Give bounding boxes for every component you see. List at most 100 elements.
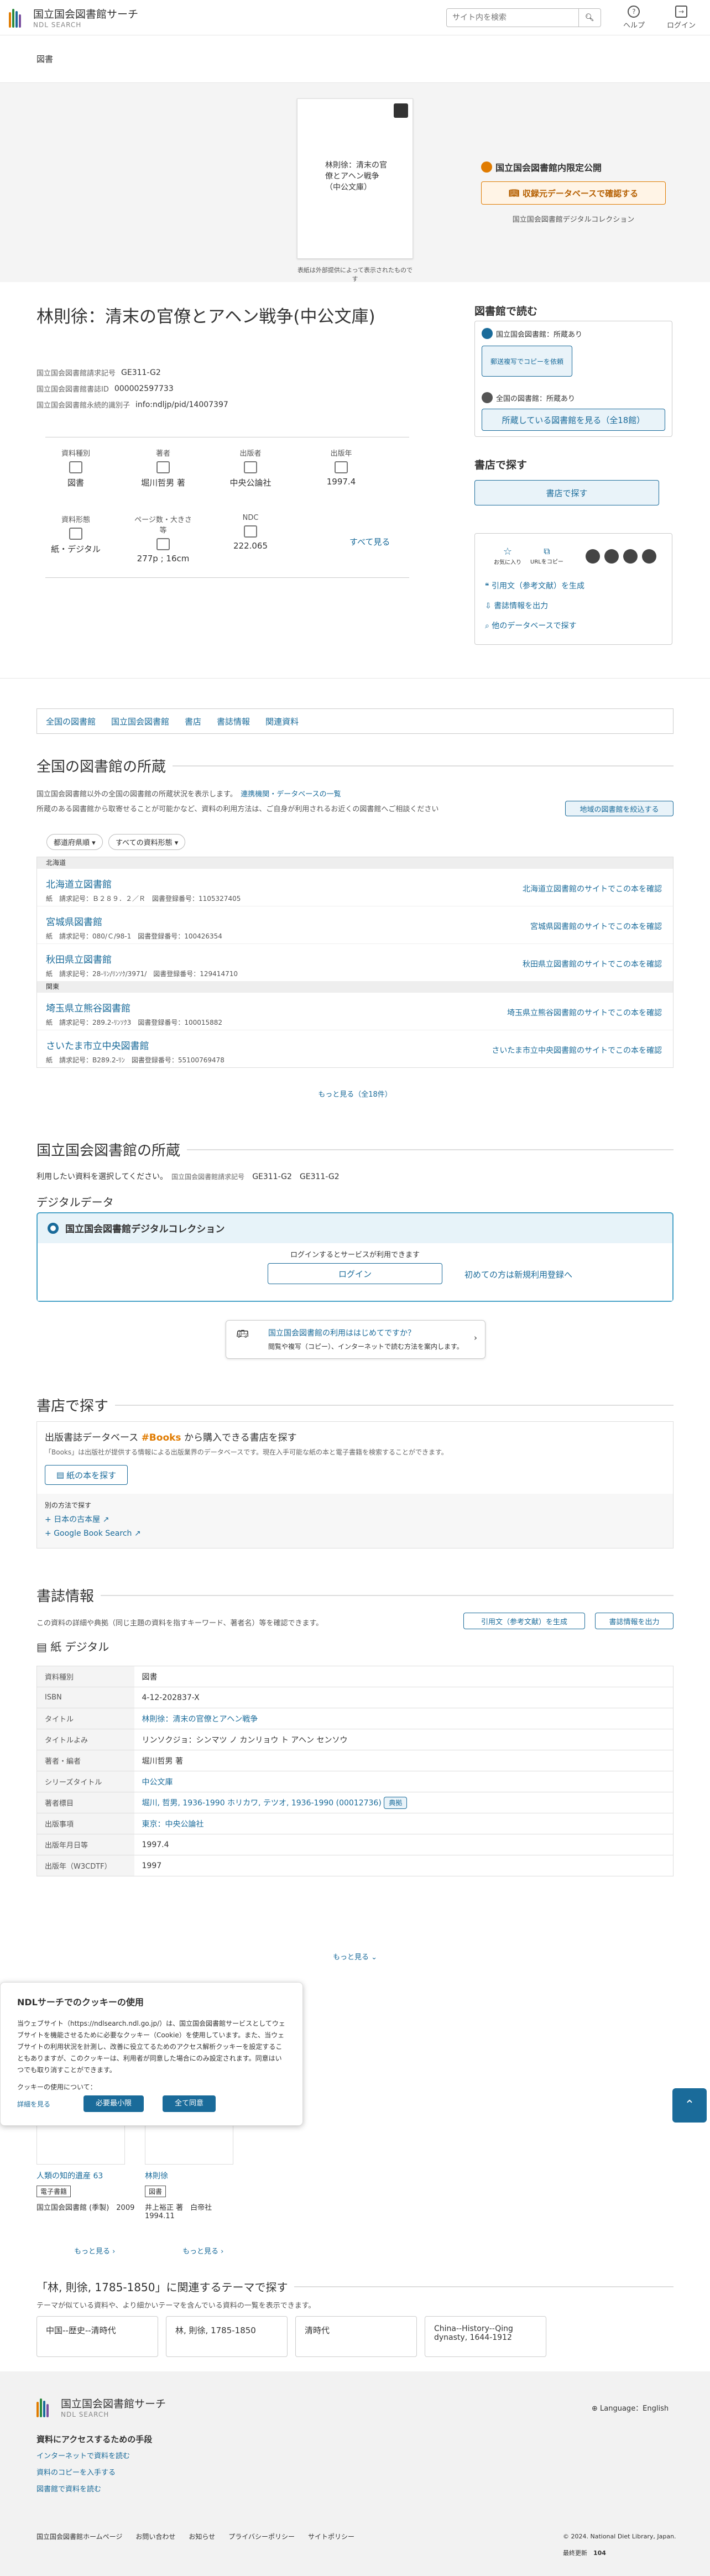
- cell-value: 中央公論社: [229, 478, 272, 488]
- library-site-link[interactable]: 北海道立図書館のサイトでこの本を確認: [523, 883, 662, 894]
- check-database-button[interactable]: 📖︎ 収録元データベースで確認する: [481, 181, 666, 205]
- row-key: シリーズタイトル: [36, 1771, 134, 1792]
- search-paper-book-button[interactable]: ▤ 紙の本を探す: [45, 1465, 128, 1485]
- cite-btn-label: 引用文（参考文献）を生成: [481, 1618, 567, 1626]
- back-to-top-button[interactable]: ⌃: [672, 2088, 707, 2123]
- footer-bottom-link[interactable]: お知らせ: [189, 2532, 215, 2541]
- related-thumb[interactable]: [36, 2126, 125, 2165]
- cell-value: 1997.4: [326, 477, 356, 487]
- format-dropdown[interactable]: すべての資料形態 ▾: [108, 834, 186, 850]
- related-thumb[interactable]: [145, 2126, 233, 2165]
- book-cover[interactable]: 林則徐：清末の官僚とアヘン戦争（中公文庫）: [297, 98, 413, 259]
- counter-label: 最終更新: [563, 2549, 587, 2557]
- related-more-link[interactable]: もっと見る ›: [74, 2245, 115, 2256]
- summary-cell: NDC 222.065: [220, 514, 281, 551]
- row-value[interactable]: 堀川, 哲男, 1936-1990 ホリカワ, テツオ, 1936-1990 (…: [142, 1798, 382, 1807]
- footer-link[interactable]: インターネットで資料を読む: [36, 2450, 130, 2460]
- radio-icon[interactable]: [48, 1222, 59, 1234]
- row-key: タイトル: [36, 1708, 134, 1729]
- footer-bottom-link[interactable]: プライバシーポリシー: [228, 2532, 295, 2541]
- line-icon[interactable]: [623, 549, 638, 564]
- table-row: ISBN 4-12-202837-X: [36, 1687, 674, 1708]
- store-search-button[interactable]: 書店で探す: [474, 480, 659, 505]
- language-switch[interactable]: ⊕ Language：English: [592, 2402, 669, 2413]
- tab-store[interactable]: 書店: [185, 716, 201, 727]
- other-db-link[interactable]: ⌕ 他のデータベースで探す: [485, 620, 577, 631]
- table-row: タイトルよみ リンソクジョ：シンマツ ノ カンリョウ ト アヘン センソウ: [36, 1729, 674, 1750]
- kosho-link[interactable]: + 日本の古本屋 ↗: [45, 1514, 109, 1525]
- more-label: もっと見る: [182, 2248, 219, 2256]
- row-value[interactable]: 東京：中央公論社: [134, 1813, 674, 1834]
- library-site-link[interactable]: さいたま市立中央図書館のサイトでこの本を確認: [492, 1045, 662, 1056]
- footer-bottom-link[interactable]: 国立国会図書館ホームページ: [36, 2532, 122, 2541]
- favorite-button[interactable]: ☆ お気に入り: [494, 546, 521, 566]
- login-button[interactable]: ログイン: [268, 1263, 442, 1284]
- footer-link[interactable]: 資料のコピーを入手する: [36, 2467, 116, 2477]
- summary-card: 資料種別 図書 著者 堀川哲男 著 出版者 中央公論社 出版年 1997.4 資料形態紙…: [45, 437, 409, 578]
- arrow-up-icon: ⌃: [684, 2098, 695, 2112]
- book-icon: 📖︎: [508, 188, 519, 198]
- theme-card[interactable]: 中国--歴史--清時代: [36, 2316, 158, 2357]
- theme-card[interactable]: 林, 則徐, 1785-1850: [166, 2316, 288, 2357]
- cite-button[interactable]: 引用文（参考文献）を生成: [463, 1613, 585, 1629]
- footer-bottom-link[interactable]: サイトポリシー: [308, 2532, 354, 2541]
- tab-related[interactable]: 関連資料: [265, 716, 299, 727]
- footer-bottom-links: 国立国会図書館ホームページ お問い合わせ お知らせ プライバシーポリシー サイト…: [36, 2532, 354, 2541]
- cookie-accept-all-button[interactable]: 全て同意: [163, 2095, 216, 2112]
- partner-list-link[interactable]: 連携機関・データベースの一覧: [241, 790, 341, 799]
- register-link[interactable]: 初めての方は新規利用登録へ: [464, 1269, 572, 1280]
- banner-subtitle: 閲覧や複写（コピー）、インターネットで読む方法を案内します。: [268, 1343, 463, 1350]
- library-site-link[interactable]: 宮城県図書館のサイトでこの本を確認: [530, 921, 662, 932]
- related-more-link[interactable]: もっと見る ›: [182, 2245, 223, 2256]
- copy-url-button[interactable]: ⧉ URLをコピー: [530, 546, 563, 565]
- libraries-more-link[interactable]: もっと見る（全18件）: [0, 1088, 710, 1099]
- search-input[interactable]: [446, 8, 579, 27]
- related-title[interactable]: 林則徐: [145, 2170, 244, 2181]
- search-icon: 🔍︎: [585, 13, 594, 22]
- copy-request-label: 郵送複写でコピーを依頼: [490, 357, 563, 366]
- theme-card[interactable]: China--History--Qing dynasty, 1644-1912: [425, 2316, 546, 2357]
- library-list: 北海道 北海道立図書館紙 請求記号：Ｂ２８９．２／Ｒ 図書登録番号：110532…: [36, 857, 674, 1068]
- export-link[interactable]: ⇩ 書誌情報を出力: [485, 600, 548, 611]
- cite-link[interactable]: ❝ 引用文（参考文献）を生成: [485, 580, 584, 591]
- biblio-more-link[interactable]: もっと見る ⌄: [0, 1951, 710, 1962]
- copyright: © 2024. National Diet Library, Japan.: [563, 2533, 676, 2540]
- dc-radio-row[interactable]: 国立国会図書館デジタルコレクション: [48, 1221, 225, 1235]
- related-title[interactable]: 人類の知的遺産 63: [36, 2170, 136, 2181]
- footer-logo[interactable]: 国立国会図書館サーチ NDL SEARCH: [36, 2396, 166, 2418]
- login-button[interactable]: → ログイン: [667, 5, 696, 30]
- callnum-2[interactable]: GE311-G2: [300, 1172, 340, 1181]
- tab-ndl[interactable]: 国立国会図書館: [111, 716, 169, 727]
- export-button[interactable]: 書誌情報を出力: [595, 1613, 674, 1629]
- books-brand: #Books: [141, 1432, 181, 1443]
- cookie-minimum-button[interactable]: 必要最小限: [83, 2095, 144, 2112]
- digital-collection-option[interactable]: 国立国会図書館デジタルコレクション ログインするとサービスが利用できます ログイ…: [36, 1212, 674, 1302]
- facebook-icon[interactable]: [604, 549, 619, 564]
- search-button[interactable]: 🔍︎: [578, 8, 601, 27]
- row-value[interactable]: 中公文庫: [134, 1771, 674, 1792]
- mail-icon[interactable]: [642, 549, 656, 564]
- tab-biblio[interactable]: 書誌情報: [217, 716, 250, 727]
- help-button[interactable]: ? ヘルプ: [623, 5, 645, 30]
- tab-libraries[interactable]: 全国の図書館: [46, 716, 96, 727]
- view-libraries-button[interactable]: 所蔵している図書館を見る（全18館）: [482, 409, 665, 431]
- theme-card[interactable]: 清時代: [295, 2316, 417, 2357]
- row-value[interactable]: 林則徐：清末の官僚とアヘン戦争: [134, 1708, 674, 1729]
- cover-image-icon: [394, 103, 408, 118]
- see-all-link[interactable]: すべて見る: [349, 536, 390, 547]
- footer-link[interactable]: 図書館で資料を読む: [36, 2483, 101, 2494]
- region-filter-button[interactable]: 地域の図書館を絞込する: [565, 801, 674, 816]
- library-site-link[interactable]: 秋田県立図書館のサイトでこの本を確認: [523, 958, 662, 969]
- footer-bottom-link[interactable]: お問い合わせ: [135, 2532, 175, 2541]
- cookie-detail-link[interactable]: 詳細を見る: [17, 2099, 50, 2109]
- authority-button[interactable]: 典拠: [384, 1796, 408, 1809]
- google-books-link[interactable]: + Google Book Search ↗: [45, 1529, 141, 1538]
- copy-request-button[interactable]: 郵送複写でコピーを依頼: [482, 346, 572, 377]
- x-icon[interactable]: [586, 549, 600, 564]
- library-site-link[interactable]: 埼玉県立熊谷図書館のサイトでこの本を確認: [507, 1007, 662, 1018]
- sort-dropdown[interactable]: 都道府県順 ▾: [46, 834, 103, 850]
- breadcrumb: 図書: [0, 35, 710, 83]
- callnum-1[interactable]: GE311-G2: [252, 1172, 292, 1181]
- site-logo[interactable]: 国立国会図書館サーチ NDL SEARCH: [9, 6, 138, 29]
- first-time-banner[interactable]: 🚌︎ 国立国会図書館の利用ははじめてですか？ 閲覧や複写（コピー）、インターネッ…: [226, 1320, 485, 1359]
